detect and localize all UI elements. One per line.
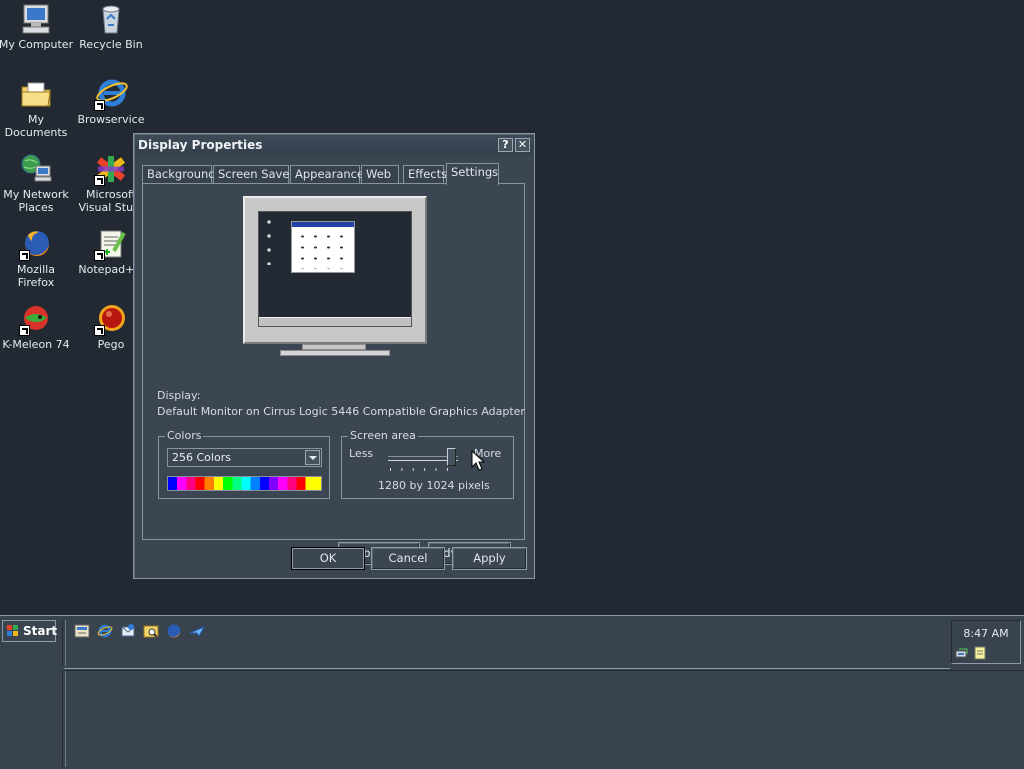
colors-selected-value: 256 Colors (172, 451, 231, 464)
colors-legend: Colors (165, 429, 204, 442)
tab-settings[interactable]: Settings (446, 163, 499, 185)
taskbar-separator (62, 620, 66, 666)
desktop-icon-label: My Network Places (3, 188, 69, 214)
taskbar-row-divider (64, 668, 950, 669)
internet-explorer-icon[interactable] (97, 623, 113, 639)
visual-studio-icon (94, 152, 128, 186)
screen-resolution-label: 1280 by 1024 pixels (378, 479, 490, 492)
desktop-icon-browservice[interactable]: Browservice (73, 77, 149, 126)
preview-taskbar (259, 317, 411, 326)
shortcut-arrow-icon (94, 325, 105, 336)
system-tray: 8:47 AM (951, 620, 1021, 664)
k-meleon-icon (19, 302, 53, 336)
slider-ticks (390, 468, 458, 471)
apply-button[interactable]: Apply (452, 547, 527, 570)
slider-less-label: Less (349, 447, 374, 460)
monitor-stand-base (280, 350, 390, 356)
tab-web[interactable]: Web (361, 165, 399, 184)
show-desktop-icon[interactable] (74, 623, 90, 639)
desktop-icon-my-network-places[interactable]: My Network Places (0, 152, 74, 214)
shortcut-arrow-icon (94, 250, 105, 261)
plane-icon[interactable] (189, 623, 205, 639)
clock[interactable]: 8:47 AM (952, 627, 1020, 640)
firefox-icon[interactable] (166, 623, 182, 639)
tab-effects[interactable]: Effects (403, 165, 447, 184)
colors-dropdown[interactable]: 256 Colors (167, 448, 322, 467)
monitor-preview-screen (258, 211, 412, 327)
desktop-icon-label: Mozilla Firefox (17, 263, 55, 289)
display-properties-dialog: Display Properties ? ✕ Background Screen… (133, 133, 535, 579)
notepad-tray-icon[interactable] (973, 646, 987, 660)
desktop-icon-recycle-bin[interactable]: Recycle Bin (73, 2, 149, 51)
cancel-button[interactable]: Cancel (371, 547, 445, 570)
tab-background[interactable]: Background (142, 165, 216, 184)
desktop-icon-my-computer[interactable]: My Computer (0, 2, 74, 51)
settings-panel: Display: Default Monitor on Cirrus Logic… (142, 183, 525, 565)
internet-explorer-icon (94, 77, 128, 111)
desktop-icon-label: Browservice (77, 113, 145, 126)
desktop-icon-mozilla-firefox[interactable]: Mozilla Firefox (0, 227, 74, 289)
mouse-pointer-icon (471, 450, 485, 471)
start-label: Start (23, 624, 58, 638)
dialog-title: Display Properties (138, 138, 263, 152)
start-button[interactable]: Start (2, 620, 58, 642)
desktop-icon-label: My Documents (4, 113, 68, 139)
desktop-icon-label: My Computer (0, 38, 74, 51)
taskbar: Start 8:47 AM (0, 615, 1024, 769)
desktop-icon-k-meleon[interactable]: K-Meleon 74 (0, 302, 74, 351)
desktop-icon-my-documents[interactable]: My Documents (0, 77, 74, 139)
color-palette-preview (167, 476, 322, 491)
outlook-express-icon[interactable] (120, 623, 136, 639)
monitor-preview (243, 196, 427, 344)
colors-groupbox: Colors 256 Colors (158, 429, 330, 499)
shortcut-arrow-icon (19, 250, 30, 261)
display-adapter-name: Default Monitor on Cirrus Logic 5446 Com… (157, 405, 525, 418)
taskbar-row-divider-shadow (64, 670, 1024, 671)
shortcut-arrow-icon (94, 100, 105, 111)
notepad-plus-plus-icon (94, 227, 128, 261)
taskbar-lower-separator (62, 671, 66, 767)
explorer-icon[interactable] (143, 623, 159, 639)
help-button[interactable]: ? (498, 138, 513, 152)
chevron-down-icon[interactable] (305, 450, 320, 465)
tab-appearance[interactable]: Appearance (290, 165, 364, 184)
tab-screen-saver[interactable]: Screen Saver (213, 165, 294, 184)
folder-icon (19, 77, 53, 111)
computer-icon (19, 2, 53, 36)
shortcut-arrow-icon (19, 325, 30, 336)
screen-area-legend: Screen area (348, 429, 418, 442)
screen-area-groupbox: Screen area Less More 1280 by 1024 pixel… (341, 429, 514, 499)
ok-button[interactable]: OK (291, 547, 365, 570)
display-label: Display: (157, 389, 201, 402)
close-button[interactable]: ✕ (515, 138, 530, 152)
network-tray-icon[interactable] (955, 646, 969, 660)
recycle-bin-icon (94, 2, 128, 36)
shortcut-arrow-icon (94, 175, 105, 186)
preview-window (291, 221, 355, 273)
pego-icon (94, 302, 128, 336)
desktop-icon-label: K-Meleon 74 (2, 338, 70, 351)
preview-desktop-icons (262, 215, 276, 265)
windows-logo-icon (7, 625, 18, 636)
firefox-icon (19, 227, 53, 261)
network-icon (19, 152, 53, 186)
screen-area-slider-thumb[interactable] (446, 448, 456, 466)
title-bar[interactable]: Display Properties ? ✕ (135, 135, 533, 155)
desktop-icon-label: Recycle Bin (79, 38, 143, 51)
